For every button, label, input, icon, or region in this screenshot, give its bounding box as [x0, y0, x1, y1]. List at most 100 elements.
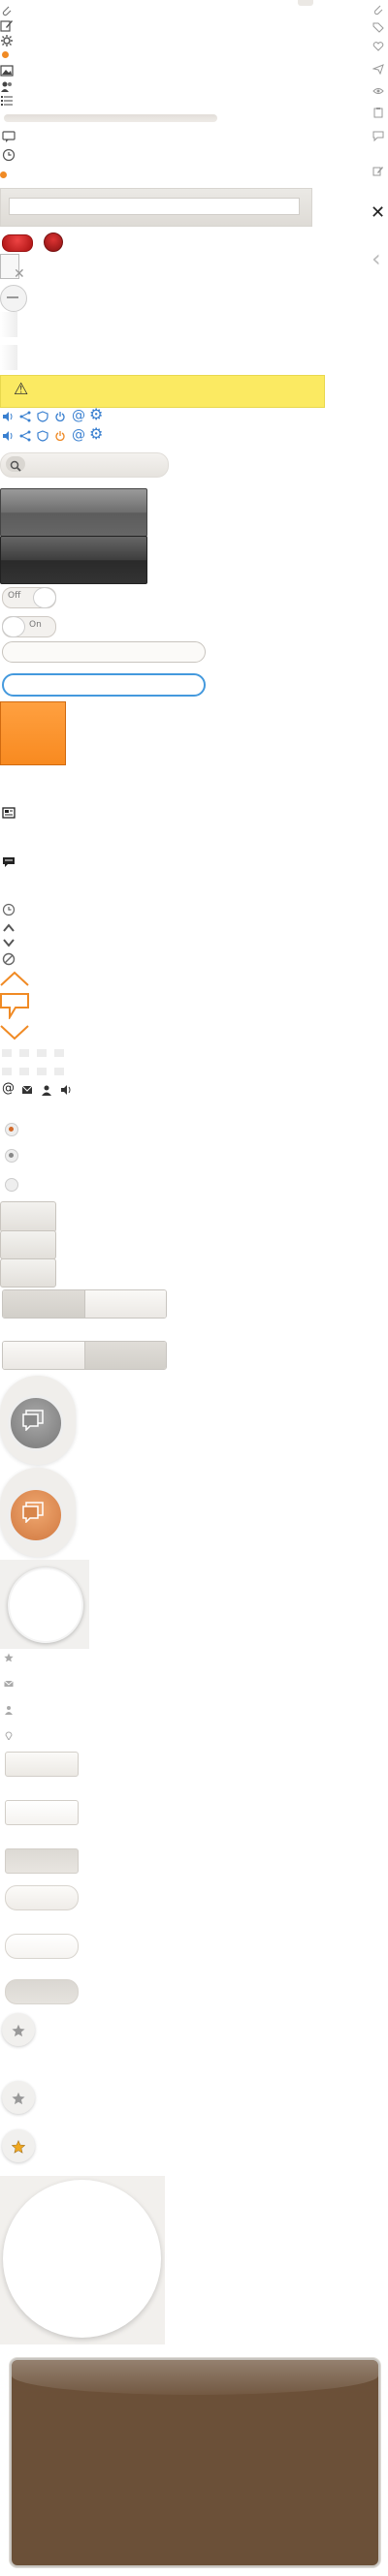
paperclip-icon	[372, 4, 384, 16]
gear-icon[interactable]	[0, 34, 14, 47]
top-tab-decoration	[298, 0, 313, 6]
clipboard-icon	[372, 107, 384, 118]
comment-icon	[2, 130, 16, 143]
orange-callout-box	[0, 992, 29, 1021]
location-pin-icon	[4, 1730, 14, 1740]
orange-caret-up	[0, 971, 29, 986]
star-icon	[12, 2023, 25, 2037]
segment-left-selected[interactable]	[3, 1290, 84, 1318]
image-icon	[0, 64, 14, 78]
star-icon	[4, 1653, 14, 1662]
radio-dot	[9, 1127, 14, 1132]
toggle-label-on: On	[29, 620, 42, 630]
edit-icon[interactable]	[372, 165, 384, 176]
button-variant-pressed[interactable]	[5, 1848, 79, 1874]
toolbar-bar-light	[0, 488, 147, 537]
pill-button-pressed[interactable]	[5, 1979, 79, 2004]
segment-right[interactable]	[83, 1290, 166, 1318]
send-icon[interactable]	[372, 63, 384, 75]
stacked-button-top[interactable]	[0, 1201, 56, 1232]
notification-dot-icon	[0, 171, 7, 178]
segment-left[interactable]	[3, 1342, 84, 1369]
comment-icon	[372, 130, 384, 141]
rounded-text-field-focused[interactable]	[2, 673, 206, 697]
toolbar-bar-dark	[0, 536, 147, 584]
chat-icon	[21, 1502, 45, 1524]
notification-dot-icon	[2, 51, 9, 58]
orange-tile[interactable]	[0, 701, 66, 765]
news-icon	[2, 806, 16, 820]
toggle-label-off: Off	[8, 591, 21, 601]
remove-circle-icon-bar	[7, 296, 18, 298]
share-icon[interactable]	[19, 411, 31, 422]
block-icon	[2, 952, 16, 966]
chevron-down-icon[interactable]	[2, 936, 16, 949]
red-round-button[interactable]	[44, 233, 63, 252]
stacked-button-middle[interactable]	[0, 1230, 56, 1259]
at-icon[interactable]: @	[72, 408, 85, 423]
stacked-button-bottom[interactable]	[0, 1258, 56, 1288]
chevron-up-icon[interactable]	[2, 921, 16, 935]
power-icon[interactable]	[54, 411, 66, 422]
avatar-circle[interactable]	[8, 1567, 83, 1643]
segmented-control-left[interactable]	[2, 1289, 167, 1319]
warning-banner	[0, 375, 325, 408]
user-icon	[4, 1705, 14, 1715]
orange-caret-down	[0, 1025, 29, 1040]
shadow-decoration	[0, 312, 17, 337]
radio-button-empty[interactable]	[5, 1178, 18, 1192]
power-icon[interactable]	[54, 430, 66, 442]
gear-icon[interactable]: ⚙	[89, 425, 103, 443]
star-filled-icon	[11, 2139, 26, 2154]
text-input[interactable]	[9, 198, 300, 215]
faint-icon-row	[2, 1068, 70, 1075]
brown-panel	[10, 2358, 380, 2567]
users-icon	[0, 79, 14, 93]
heart-icon[interactable]	[372, 41, 384, 52]
close-icon[interactable]: ✕	[371, 203, 385, 223]
back-icon[interactable]: ‹	[372, 247, 381, 270]
clock-icon	[2, 148, 16, 162]
eye-icon[interactable]	[372, 85, 384, 97]
toggle-knob	[33, 587, 56, 608]
speaker-icon[interactable]	[60, 1084, 72, 1096]
rounded-text-field[interactable]	[2, 641, 206, 663]
mail-icon[interactable]	[21, 1084, 33, 1096]
chat-icon	[2, 855, 16, 869]
pill-button-normal[interactable]	[5, 1885, 79, 1910]
list-icon	[0, 94, 14, 108]
button-variant-normal[interactable]	[5, 1752, 79, 1777]
pill-button-light[interactable]	[5, 1934, 79, 1959]
paperclip-icon	[0, 4, 14, 17]
tag-icon	[372, 21, 384, 33]
faint-icon-row	[2, 1049, 70, 1057]
shield-icon[interactable]	[37, 411, 48, 422]
at-icon[interactable]: @	[2, 1081, 15, 1097]
speaker-icon[interactable]	[2, 430, 14, 442]
gear-icon[interactable]: ⚙	[89, 406, 103, 423]
close-small-icon[interactable]: ✕	[14, 267, 25, 281]
clock-icon	[2, 903, 16, 916]
large-avatar-circle[interactable]	[3, 2180, 161, 2338]
mail-icon	[4, 1679, 14, 1689]
share-icon[interactable]	[19, 430, 31, 442]
warning-icon: ⚠	[14, 380, 29, 399]
search-input[interactable]	[29, 456, 161, 472]
radio-dot	[9, 1153, 14, 1158]
button-variant-light[interactable]	[5, 1800, 79, 1825]
edit-icon[interactable]	[0, 18, 14, 32]
star-icon	[12, 2091, 25, 2105]
red-pill-button[interactable]	[2, 234, 33, 252]
speaker-icon[interactable]	[2, 411, 14, 422]
shield-icon[interactable]	[37, 430, 48, 442]
at-icon[interactable]: @	[72, 427, 85, 443]
progress-track	[4, 114, 217, 122]
segment-right-selected[interactable]	[83, 1342, 166, 1369]
search-icon	[10, 457, 21, 472]
toggle-knob	[2, 616, 25, 637]
brown-panel-gloss	[12, 2360, 378, 2395]
segmented-control-right[interactable]	[2, 1341, 167, 1370]
remove-circle-icon[interactable]	[0, 285, 27, 312]
shadow-decoration	[0, 345, 17, 370]
user-icon[interactable]	[41, 1084, 52, 1096]
